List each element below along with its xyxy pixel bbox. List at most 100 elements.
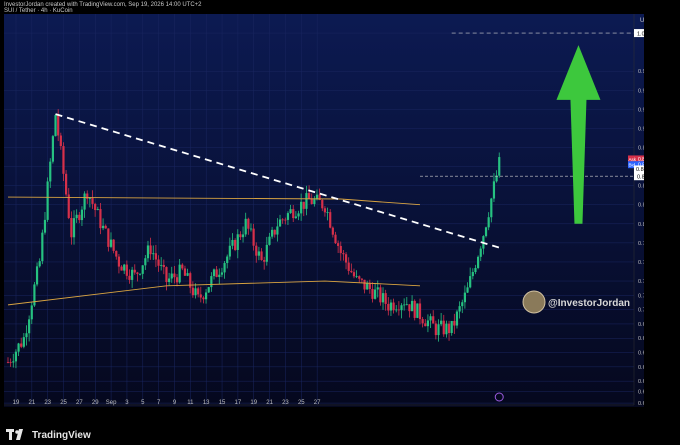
candle-down xyxy=(421,319,424,324)
price-tick-label: 0.9600 xyxy=(638,69,644,75)
time-tick-label: 15 xyxy=(219,400,226,406)
candle-up xyxy=(17,343,20,352)
candle-up xyxy=(223,263,226,273)
candle-down xyxy=(358,276,361,279)
price-tick-label: 0.9200 xyxy=(638,107,644,113)
candle-down xyxy=(57,114,60,136)
level-price: 0.8499 xyxy=(637,175,644,181)
candle-down xyxy=(413,300,416,318)
candle-up xyxy=(49,161,52,182)
candle-down xyxy=(99,209,102,229)
candle-down xyxy=(94,203,97,211)
candle-up xyxy=(160,264,163,266)
candle-up xyxy=(429,316,432,321)
watermark-avatar-icon xyxy=(522,290,546,314)
candle-down xyxy=(263,260,266,262)
candle-up xyxy=(249,228,253,230)
candle-down xyxy=(107,228,110,247)
candle-up xyxy=(461,302,464,307)
price-tick-label: 0.7100 xyxy=(638,308,644,314)
candle-down xyxy=(331,227,334,235)
candle-down xyxy=(255,245,258,256)
price-chart[interactable]: @InvestorJordan USDT 1.0000 0.9600 0.9400 0.9… xyxy=(4,14,644,407)
time-tick-label: 11 xyxy=(187,400,194,406)
candle-up xyxy=(231,239,234,246)
candle-up xyxy=(305,193,308,209)
candle-up xyxy=(131,269,134,280)
time-tick-label: 23 xyxy=(282,400,289,406)
tradingview-logo[interactable]: TradingView xyxy=(6,429,91,441)
candle-up xyxy=(297,213,300,217)
price-tick-label: 0.7400 xyxy=(638,279,644,285)
candle-down xyxy=(117,256,121,267)
price-tick-label: 0.7250 xyxy=(638,293,644,299)
candle-up xyxy=(83,193,86,210)
candle-up xyxy=(72,218,76,238)
candle-up xyxy=(416,303,419,318)
candle-up xyxy=(33,284,36,306)
candle-down xyxy=(62,146,65,174)
chart-area[interactable]: @InvestorJordan USDT 1.0000 0.9600 0.9400 0.9… xyxy=(4,14,644,407)
time-tick-label: 25 xyxy=(298,400,305,406)
candle-down xyxy=(115,250,118,257)
time-tick-label: Sep xyxy=(106,400,117,406)
time-tick-label: 25 xyxy=(60,400,67,406)
price-tick-label: 0.6800 xyxy=(638,336,644,342)
candle-up xyxy=(228,245,231,257)
candle-down xyxy=(342,253,345,255)
tradingview-brand-text: TradingView xyxy=(32,429,91,441)
price-tick-label: 0.8800 xyxy=(638,146,644,152)
price-tick-label: 0.6650 xyxy=(638,351,644,357)
price-tick-label: 0.7800 xyxy=(638,241,644,247)
candle-up xyxy=(144,258,147,266)
candle-up xyxy=(46,181,49,220)
candle-up xyxy=(477,256,480,268)
candle-down xyxy=(360,278,363,280)
price-tick-label: 0.8400 xyxy=(638,184,644,190)
candle-down xyxy=(379,287,382,303)
candle-down xyxy=(447,323,451,334)
candle-down xyxy=(149,245,152,255)
candle-up xyxy=(80,209,84,221)
candle-down xyxy=(239,234,242,238)
candle-down xyxy=(387,303,390,311)
candle-up xyxy=(440,320,443,325)
candle-down xyxy=(384,293,387,304)
candle-down xyxy=(252,228,255,246)
candle-down xyxy=(125,264,128,276)
candle-down xyxy=(337,243,340,246)
candle-down xyxy=(432,316,435,324)
candle-up xyxy=(389,302,393,311)
candle-down xyxy=(368,283,371,290)
candle-up xyxy=(490,198,493,218)
candle-up xyxy=(471,272,474,277)
candle-up xyxy=(12,361,15,363)
candle-down xyxy=(199,294,202,298)
price-tick-label: 0.6500 xyxy=(638,365,644,371)
candle-up xyxy=(14,351,18,362)
candle-up xyxy=(271,229,274,237)
candle-up xyxy=(22,337,25,347)
candle-down xyxy=(181,264,184,269)
candle-up xyxy=(96,209,99,211)
candle-up xyxy=(138,273,142,275)
chart-header: InvestorJordan created with TradingView.… xyxy=(4,2,202,14)
candle-down xyxy=(363,279,366,290)
candle-up xyxy=(75,214,78,219)
candle-up xyxy=(168,278,171,283)
candle-up xyxy=(123,264,126,271)
candle-up xyxy=(492,181,496,199)
candle-down xyxy=(321,200,324,209)
time-tick-label: 29 xyxy=(92,400,99,406)
price-tick-label: 0.8200 xyxy=(638,203,644,209)
candle-up xyxy=(289,209,292,214)
candle-down xyxy=(215,269,218,278)
candle-up xyxy=(28,319,31,334)
candle-down xyxy=(165,267,168,283)
candle-up xyxy=(479,248,482,257)
candle-down xyxy=(133,269,136,273)
candle-down xyxy=(162,264,165,268)
candle-down xyxy=(20,343,23,347)
candle-down xyxy=(424,323,427,327)
candle-up xyxy=(244,218,247,235)
